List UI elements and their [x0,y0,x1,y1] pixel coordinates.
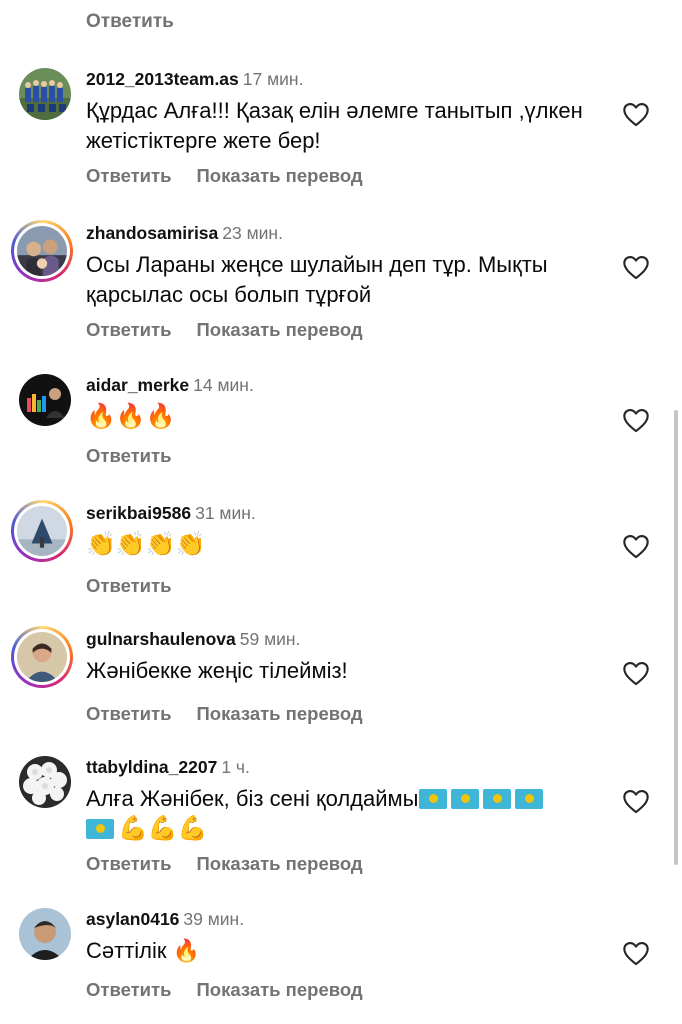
avatar-image [17,226,67,276]
timestamp: 23 мин. [222,223,283,243]
comment-meta: gulnarshaulenova 59 мин. [86,628,300,650]
comment-meta: asylan0416 39 мин. [86,908,244,930]
username[interactable]: gulnarshaulenova [86,629,236,649]
reply-button[interactable]: Ответить [86,979,172,1000]
comment-meta: aidar_merke 14 мин. [86,374,254,396]
translate-button[interactable]: Показать перевод [197,319,363,340]
comment-meta: ttabyldina_2207 1 ч. [86,756,250,778]
comment-meta: serikbai9586 31 мин. [86,502,256,524]
translate-button[interactable]: Показать перевод [197,979,363,1000]
kazakhstan-flag-icon [86,819,114,839]
comment-actions: Ответить Показать перевод [86,853,388,875]
comment-actions: Ответить [86,445,197,467]
timestamp: 1 ч. [221,757,250,777]
username[interactable]: aidar_merke [86,375,189,395]
timestamp: 59 мин. [239,629,301,649]
avatar[interactable] [11,626,77,692]
avatar[interactable] [15,68,77,130]
comment-actions: Ответить Показать перевод [86,165,388,187]
comment-text: Жәнібекке жеңіс тілейміз! [86,658,348,683]
flexed-bicep-emoji: 💪💪💪 [118,815,208,842]
avatar-image [19,374,71,426]
heart-icon[interactable] [622,254,650,280]
avatar-image [19,68,71,120]
reply-button[interactable]: Ответить [86,165,172,186]
timestamp: 31 мин. [195,503,256,523]
kazakhstan-flag-icon [450,789,479,809]
username[interactable]: 2012_2013team.as [86,69,239,89]
reply-button[interactable]: Ответить [86,319,172,340]
translate-button[interactable]: Показать перевод [197,703,363,724]
avatar[interactable] [15,756,77,818]
kazakhstan-flag-icon [482,789,511,809]
translate-button[interactable]: Показать перевод [197,165,363,186]
reply-button[interactable]: Ответить [86,703,172,724]
heart-icon[interactable] [622,660,650,686]
comment-actions: Ответить Показать перевод [86,703,388,725]
kazakhstan-flag-icon [418,789,447,809]
comment-text: Сәттілік 🔥 [86,938,201,963]
reply-button[interactable]: Ответить [86,11,174,33]
kazakhstan-flag-icon [514,789,543,809]
comment-item: asylan0416 39 мин. Сәттілік 🔥 Ответить Пок… [0,908,682,1018]
comment-item: zhandosamirisa 23 мин. Осы Ларaны жеңсе ш… [0,220,682,352]
comment-text: Құрдас Алға!!! Қазақ елін әлемге танытып… [86,98,583,153]
avatar[interactable] [11,500,77,566]
avatar[interactable] [15,374,77,436]
heart-icon[interactable] [622,407,650,433]
comment-item: gulnarshaulenova 59 мин. Жәнібекке жеңіс … [0,626,682,738]
username[interactable]: asylan0416 [86,909,179,929]
heart-icon[interactable] [622,940,650,966]
avatar-image [17,632,67,682]
timestamp: 14 мин. [193,375,254,395]
comment-actions: Ответить [86,575,197,597]
reply-button[interactable]: Ответить [86,575,172,596]
comment-item: serikbai9586 31 мин. 👏👏👏👏 Ответить [0,500,682,602]
comment-item: ttabyldina_2207 1 ч. Алға Жәнібек, біз се… [0,756,682,886]
story-ring [11,626,73,688]
reply-button[interactable]: Ответить [86,853,172,874]
story-ring [11,500,73,562]
comment-actions: Ответить Показать перевод [86,319,388,341]
timestamp: 17 мин. [242,69,304,89]
avatar-image [17,506,67,556]
comment-item: aidar_merke 14 мин. 🔥🔥🔥 Ответить [0,374,682,474]
comment-meta: 2012_2013team.as 17 мин. [86,68,303,90]
username[interactable]: ttabyldina_2207 [86,757,217,777]
story-ring [11,220,73,282]
translate-button[interactable]: Показать перевод [197,853,363,874]
comment-actions: Ответить Показать перевод [86,979,388,1001]
comment-text: 🔥🔥🔥 [86,403,176,430]
comment-text: 👏👏👏👏 [86,531,206,558]
reply-button[interactable]: Ответить [86,445,172,466]
avatar[interactable] [15,908,77,970]
heart-icon[interactable] [622,101,650,127]
username[interactable]: serikbai9586 [86,503,191,523]
heart-icon[interactable] [622,533,650,559]
heart-icon[interactable] [622,788,650,814]
comment-item: 2012_2013team.as 17 мин. Құрдас Алға!!! Қ… [0,68,682,198]
avatar-image [19,756,71,808]
avatar-image [19,908,71,960]
timestamp: 39 мин. [183,909,245,929]
comment-text: Алға Жәнібек, біз сені қолдаймы 💪💪💪 [86,784,606,844]
comment-text-body: Алға Жәнібек, біз сені қолдаймы [86,786,419,811]
username[interactable]: zhandosamirisa [86,223,218,243]
comment-meta: zhandosamirisa 23 мин. [86,222,283,244]
avatar[interactable] [11,220,77,286]
comment-text: Осы Ларaны жеңсе шулайын деп тұр. Мықты … [86,252,548,307]
